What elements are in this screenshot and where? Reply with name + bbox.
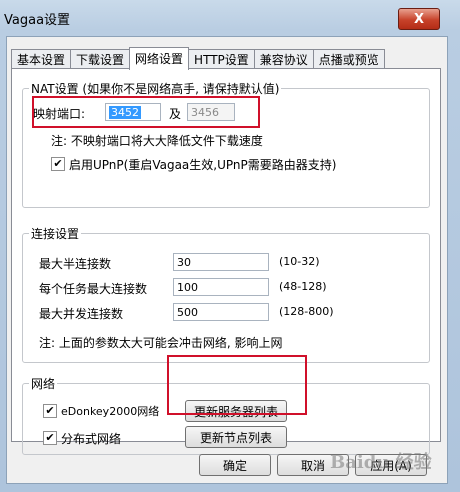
- connection-group-title: 连接设置: [29, 225, 82, 242]
- port-highlight-box: [32, 96, 260, 128]
- network-group-title: 网络: [29, 375, 58, 392]
- edonkey-checkbox[interactable]: ✔: [43, 404, 57, 418]
- tab-strip: 基本设置 下载设置 网络设置 HTTP设置 兼容协议 点播或预览: [11, 47, 385, 70]
- nat-group-title: NAT设置 (如果你不是网络高手, 请保持默认值): [29, 80, 282, 97]
- upnp-label[interactable]: 启用UPnP(重启Vagaa生效,UPnP需要路由器支持): [69, 156, 336, 173]
- window-title: Vagaa设置: [4, 13, 71, 28]
- half-open-input[interactable]: 30: [173, 253, 269, 271]
- per-task-label: 每个任务最大连接数: [39, 282, 148, 296]
- max-concurrent-label: 最大并发连接数: [39, 307, 124, 321]
- close-button[interactable]: X: [398, 8, 440, 30]
- tab-http-settings[interactable]: HTTP设置: [188, 49, 255, 70]
- per-task-input[interactable]: 100: [173, 278, 269, 296]
- tab-network-settings[interactable]: 网络设置: [129, 47, 190, 70]
- settings-window: Vagaa设置 X 基本设置 下载设置 网络设置 HTTP设置 兼容协议 点播或…: [0, 0, 460, 492]
- network-settings-page: NAT设置 (如果你不是网络高手, 请保持默认值) 映射端口: 3452 及 3…: [11, 68, 441, 455]
- nat-note: 注: 不映射端口将大大降低文件下载速度: [51, 134, 263, 148]
- max-concurrent-input[interactable]: 500: [173, 303, 269, 321]
- tab-download-settings[interactable]: 下载设置: [70, 49, 131, 70]
- tab-vod-preview[interactable]: 点播或预览: [312, 49, 385, 70]
- edonkey-label[interactable]: eDonkey2000网络: [61, 403, 159, 419]
- tab-compat-protocols[interactable]: 兼容协议: [253, 49, 314, 70]
- connection-note: 注: 上面的参数太大可能会冲击网络, 影响上网: [39, 336, 283, 350]
- distributed-label[interactable]: 分布式网络: [61, 430, 121, 447]
- per-task-range: (48-128): [279, 280, 327, 293]
- upnp-checkbox[interactable]: ✔: [51, 157, 65, 171]
- half-open-label: 最大半连接数: [39, 257, 112, 271]
- update-nodes-button[interactable]: 更新节点列表: [185, 426, 287, 448]
- max-concurrent-range: (128-800): [279, 305, 334, 318]
- tab-basic-settings[interactable]: 基本设置: [11, 49, 72, 70]
- buttons-highlight-box: [167, 355, 307, 415]
- title-bar[interactable]: Vagaa设置 X: [0, 0, 460, 32]
- ok-button[interactable]: 确定: [199, 454, 271, 476]
- baidu-watermark: Baidu 经验: [330, 452, 432, 473]
- distributed-checkbox[interactable]: ✔: [43, 431, 57, 445]
- half-open-range: (10-32): [279, 255, 320, 268]
- connection-group: 连接设置 最大半连接数 30 (10-32) 每个任务最大连接数 100 (48…: [22, 225, 430, 363]
- dialog-client-area: 基本设置 下载设置 网络设置 HTTP设置 兼容协议 点播或预览 NAT设置 (…: [6, 36, 448, 484]
